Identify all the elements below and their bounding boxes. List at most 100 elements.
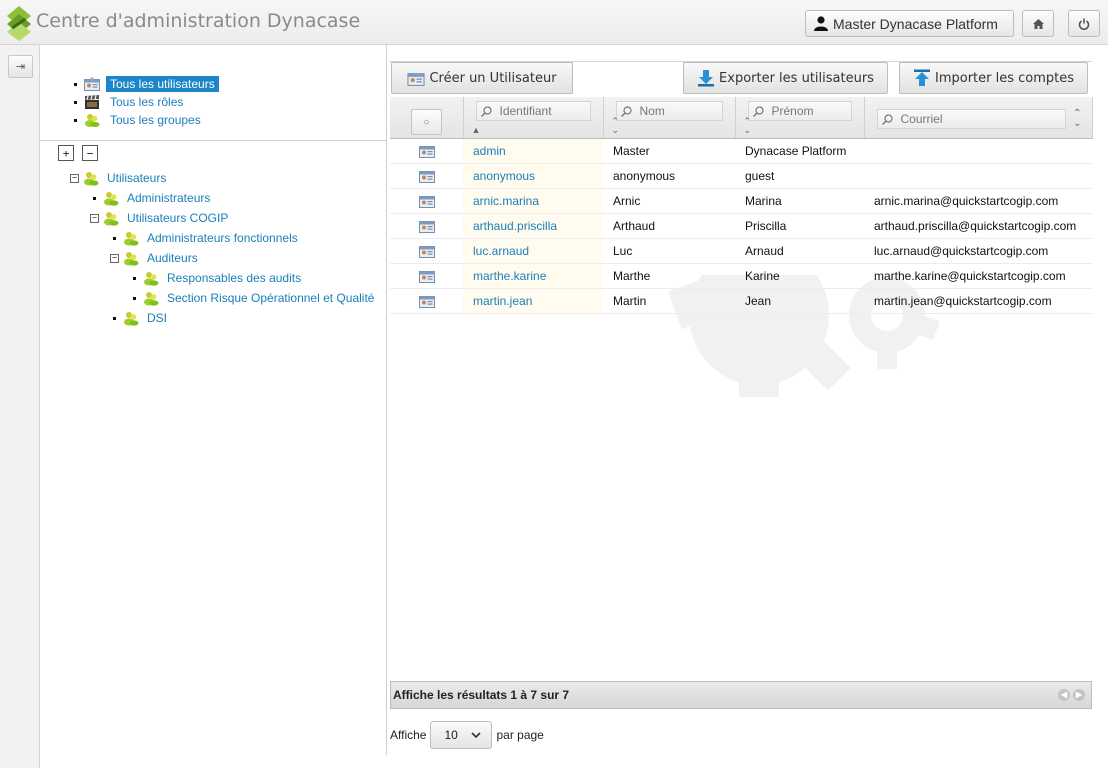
group-icon [124,311,139,326]
next-page-icon[interactable]: ▶ [1073,689,1085,701]
login-filter-input[interactable]: Identifiant [475,101,591,121]
user-list-panel: Créer un Utilisateur Exporter les utilis… [389,45,1108,768]
collapse-all-button[interactable]: − [82,145,98,161]
group-icon [144,291,159,306]
lastname-cell: Marthe [603,263,735,289]
select-all-button[interactable]: ○ [411,109,442,135]
home-button[interactable] [1022,10,1054,37]
row-icon-cell[interactable] [390,213,463,239]
collapsed-sidebar: ⇥ [0,45,40,768]
firstname-cell: guest [735,163,864,189]
page-size-value: 10 [444,728,458,742]
user-card-icon [418,195,435,208]
tree-node-administrateurs-fonctionnels[interactable]: Administrateurs fonctionnels [110,228,298,248]
login-link[interactable]: anonymous [473,169,535,183]
column-header-login[interactable]: Identifiant ▲ [463,97,604,139]
lastname-cell: Martin [603,288,735,314]
lastname-filter-placeholder: Nom [639,104,665,118]
tree-node-utilisateurs[interactable]: − Utilisateurs [70,168,166,188]
tree-node-administrateurs[interactable]: Administrateurs [90,188,210,208]
table-row[interactable]: anonymous anonymous guest [390,163,1092,189]
row-icon-cell[interactable] [390,288,463,314]
tree-node-label: DSI [147,311,168,325]
sort-asc-icon[interactable]: ▲ [472,125,481,135]
search-icon [480,105,492,117]
collapse-toggle[interactable]: − [110,253,119,263]
results-bar: Affiche les résultats 1 à 7 sur 7 ◀ ▶ [390,681,1092,709]
previous-page-icon[interactable]: ◀ [1058,689,1070,701]
column-header-email[interactable]: Courriel ⌃ ⌄ [864,97,1093,139]
user-card-icon [418,270,435,283]
expand-all-button[interactable]: + [58,145,74,161]
quick-link-all-groups[interactable]: Tous les groupes [74,111,219,129]
row-icon-cell[interactable] [390,188,463,214]
user-menu-button[interactable]: Master Dynacase Platform [805,10,1014,37]
login-link[interactable]: martin.jean [473,294,532,308]
table-row[interactable]: luc.arnaud Luc Arnaud luc.arnaud@quickstart… [390,238,1092,264]
table-row[interactable]: arthaud.priscilla Arthaud Priscilla arthaud… [390,213,1092,239]
tree-toolbar: + − [58,145,98,161]
table-row[interactable]: marthe.karine Marthe Karine marthe.karine@q… [390,263,1092,289]
lastname-cell: anonymous [603,163,735,189]
column-header-lastname[interactable]: Nom ⌃ ⌄ [603,97,736,139]
login-cell: martin.jean [463,288,603,314]
firstname-cell: Dynacase Platform [735,138,864,164]
quick-link-all-users[interactable]: Tous les utilisateurs [74,75,219,93]
tree-node-dsi[interactable]: DSI [110,308,167,328]
logout-button[interactable] [1068,10,1100,37]
login-link[interactable]: arnic.marina [473,194,539,208]
email-cell: arnic.marina@quickstartcogip.com [864,188,1092,214]
bullet [74,82,77,86]
tree-node-section-risque[interactable]: Section Risque Opérationnel et Qualité [130,288,374,308]
group-icon [124,251,139,266]
login-link[interactable]: luc.arnaud [473,244,529,258]
table-row[interactable]: admin Master Dynacase Platform [390,138,1092,164]
user-card-icon [418,295,435,308]
sort-both-icon[interactable]: ⌃ ⌄ [744,116,752,135]
login-link[interactable]: admin [473,144,506,158]
login-link[interactable]: arthaud.priscilla [473,219,557,233]
row-icon-cell[interactable] [390,238,463,264]
clapperboard-icon [85,95,99,109]
login-cell: admin [463,138,603,164]
sort-both-icon[interactable]: ⌃ ⌄ [612,116,620,135]
email-filter-input[interactable]: Courriel [876,109,1066,129]
import-accounts-button[interactable]: Importer les comptes [899,62,1088,94]
login-link[interactable]: marthe.karine [473,269,546,283]
export-users-button[interactable]: Exporter les utilisateurs [683,62,888,94]
group-icon [85,114,100,127]
email-cell: arthaud.priscilla@quickstartcogip.com [864,213,1092,239]
tree-node-responsables-des-audits[interactable]: Responsables des audits [130,268,301,288]
table-row[interactable]: martin.jean Martin Jean martin.jean@quickst… [390,288,1092,314]
collapse-toggle[interactable]: − [90,213,99,223]
expand-panel-button[interactable]: ⇥ [8,55,33,78]
lastname-filter-input[interactable]: Nom [615,101,723,121]
row-icon-cell[interactable] [390,163,463,189]
group-icon [104,191,119,206]
quick-link-label: Tous les groupes [110,113,201,127]
column-header-firstname[interactable]: Prénom ⌃ ⌄ [735,97,865,139]
lastname-cell: Master [603,138,735,164]
tree-node-utilisateurs-cogip[interactable]: − Utilisateurs COGIP [90,208,228,228]
tree-node-label: Administrateurs [127,191,211,205]
results-summary: Affiche les résultats 1 à 7 sur 7 [393,688,570,702]
tree-node-label: Utilisateurs [107,171,167,185]
lastname-cell: Arthaud [603,213,735,239]
firstname-filter-input[interactable]: Prénom [747,101,852,121]
per-page-label: par page [496,728,544,742]
header-bar: Centre d'administration Dynacase Master … [0,0,1108,45]
quick-link-all-roles[interactable]: Tous les rôles [74,93,219,111]
row-icon-cell[interactable] [390,263,463,289]
group-icon [124,231,139,246]
page-size-control: Affiche 10 par page [390,721,544,749]
row-icon-cell[interactable] [390,138,463,164]
sort-both-icon[interactable]: ⌃ ⌄ [1073,109,1081,129]
tree-node-auditeurs[interactable]: − Auditeurs [110,248,198,268]
collapse-toggle[interactable]: − [70,173,79,183]
pager: ◀ ▶ [1058,689,1085,701]
create-user-button[interactable]: Créer un Utilisateur [391,62,573,94]
page-size-select[interactable]: 10 [430,721,493,749]
quick-links: Tous les utilisateurs Tous les rôles Tou… [74,75,219,129]
table-row[interactable]: arnic.marina Arnic Marina arnic.marina@quic… [390,188,1092,214]
login-cell: marthe.karine [463,263,603,289]
